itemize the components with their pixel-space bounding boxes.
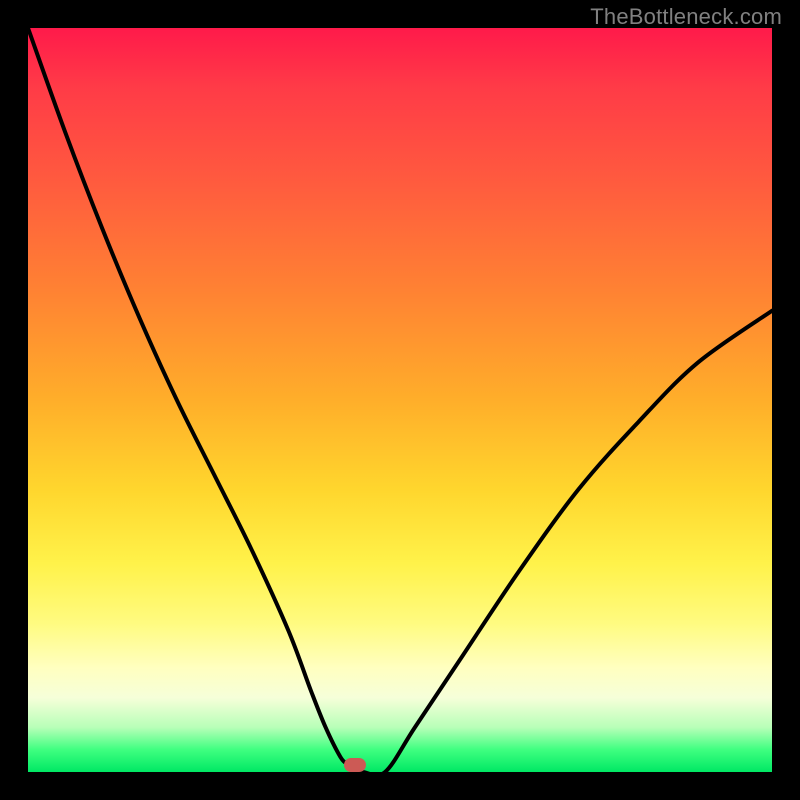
bottleneck-curve <box>28 28 772 772</box>
plot-area <box>28 28 772 772</box>
watermark-text: TheBottleneck.com <box>590 4 782 30</box>
chart-frame: TheBottleneck.com <box>0 0 800 800</box>
minimum-marker <box>344 758 366 772</box>
